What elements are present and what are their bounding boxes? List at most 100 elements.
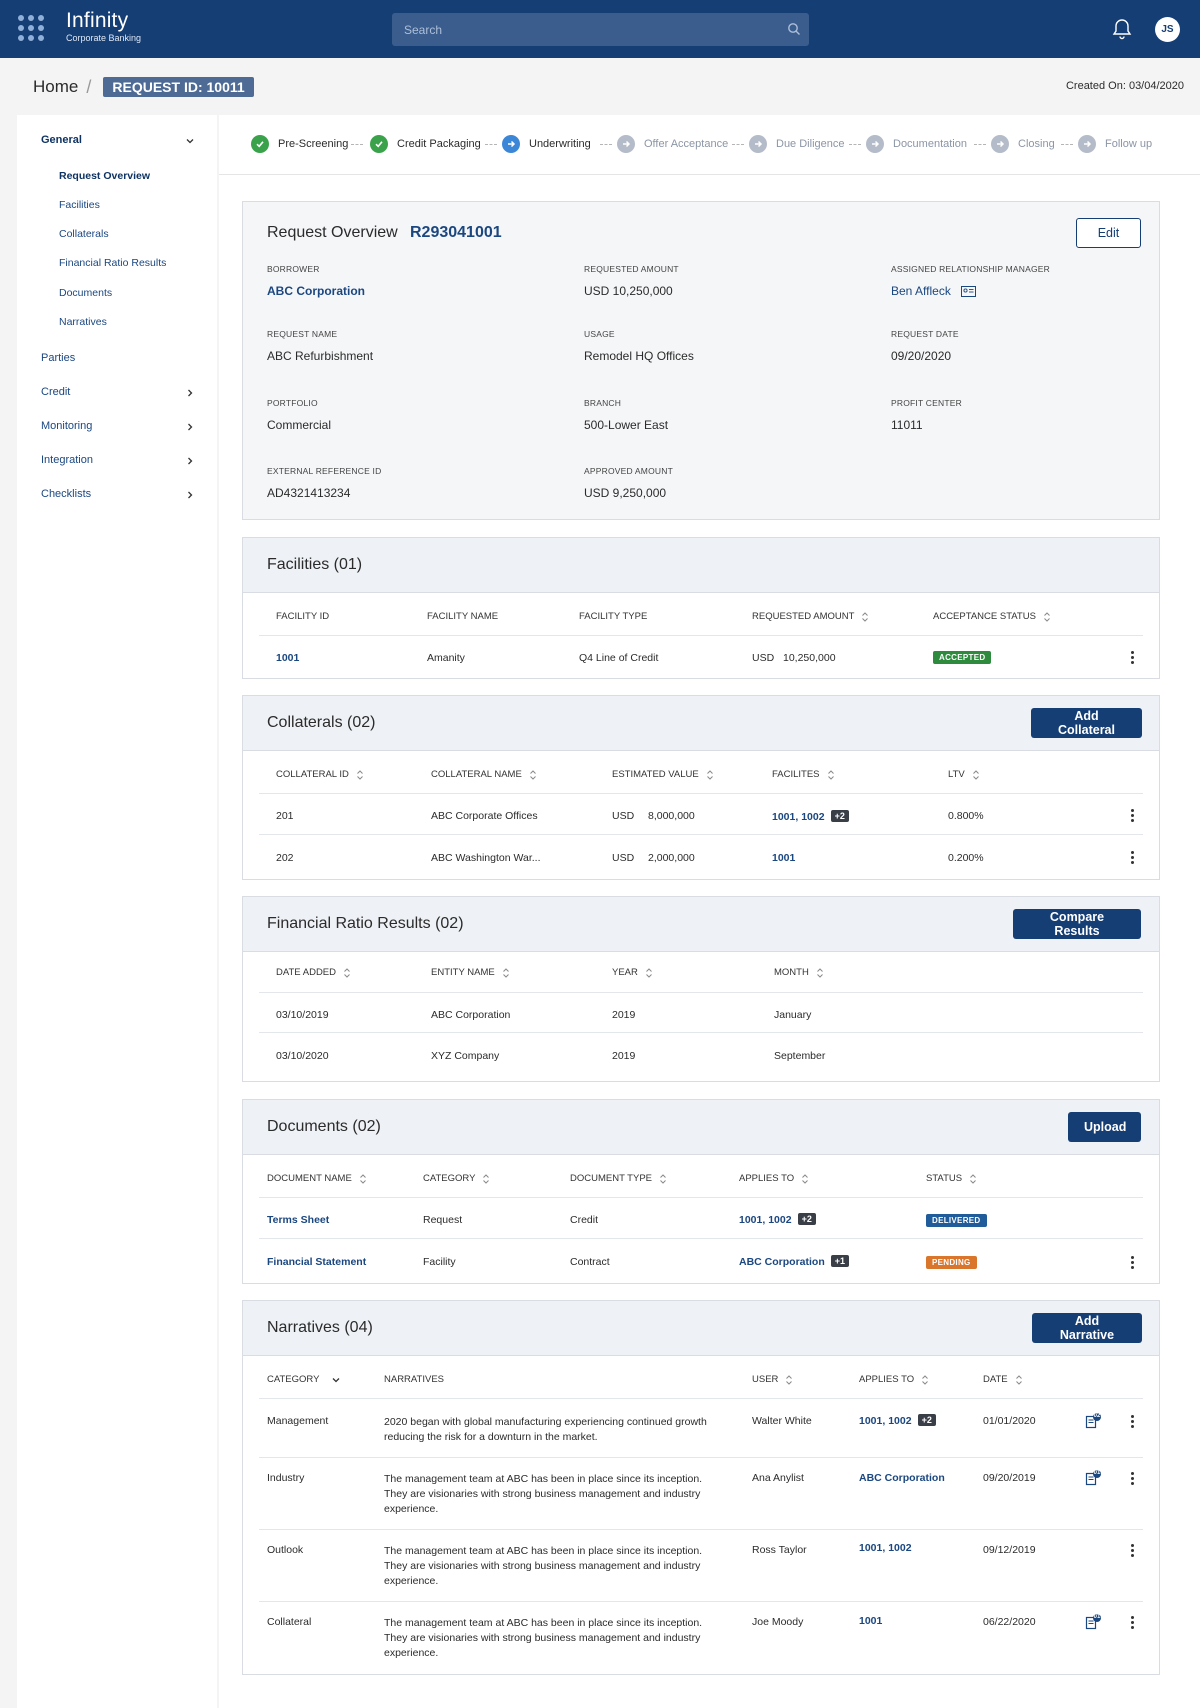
avatar[interactable]: JS [1155,17,1180,42]
more-options-icon[interactable] [1131,1415,1135,1429]
column-header-sortable[interactable]: APPLIES TO [739,1173,809,1184]
sort-icon[interactable] [502,967,510,978]
column-header-sortable[interactable]: ACCEPTANCE STATUS [933,611,1051,622]
manager-link[interactable]: Ben Affleck [891,284,951,298]
sidebar-item-documents[interactable]: Documents [59,287,112,299]
chevron-down-icon[interactable] [331,1375,341,1385]
sort-icon[interactable] [972,769,980,780]
column-header-sortable[interactable]: DATE ADDED [276,967,351,978]
step-follow-up[interactable]: Follow up [1078,135,1152,153]
search-icon[interactable] [787,22,801,36]
sidebar-item-checklists[interactable]: Checklists [41,488,91,500]
column-header-sortable[interactable]: CATEGORY [423,1173,490,1184]
sort-icon[interactable] [785,1374,793,1385]
step-credit-packaging[interactable]: Credit Packaging [370,135,481,153]
step-documentation[interactable]: Documentation [866,135,967,153]
applies-to-link[interactable]: 1001 [859,1615,882,1627]
sidebar-item-general[interactable]: General [41,134,82,146]
more-options-icon[interactable] [1131,851,1135,865]
sort-icon[interactable] [816,967,824,978]
sort-icon[interactable] [1015,1374,1023,1385]
column-header-sortable[interactable]: DATE [983,1374,1023,1385]
sidebar-item-integration[interactable]: Integration [41,454,93,466]
sort-icon[interactable] [921,1374,929,1385]
app-launcher-icon[interactable] [18,15,44,41]
brand-logo[interactable]: Infinity Corporate Banking [66,10,141,44]
search-input[interactable] [392,13,809,46]
compare-results-button[interactable]: Compare Results [1013,909,1141,939]
sidebar-item-parties[interactable]: Parties [41,352,75,364]
step-pre-screening[interactable]: Pre-Screening [251,135,348,153]
column-header-sortable[interactable]: LTV [948,769,980,780]
sidebar-item-facilities[interactable]: Facilities [59,199,100,211]
sort-icon[interactable] [645,967,653,978]
sidebar-item-request-overview[interactable]: Request Overview [59,170,150,182]
notes-icon[interactable]: 01 [1085,1470,1101,1486]
column-header-sortable[interactable]: APPLIES TO [859,1374,929,1385]
chevron-right-icon[interactable] [185,422,195,432]
upload-button[interactable]: Upload [1068,1112,1141,1142]
applies-to-links[interactable]: ABC Corporation +1 [739,1255,850,1268]
sidebar-item-monitoring[interactable]: Monitoring [41,420,92,432]
column-header-sortable[interactable]: ENTITY NAME [431,967,510,978]
contact-card-icon[interactable] [961,286,976,297]
step-due-diligence[interactable]: Due Diligence [749,135,844,153]
more-options-icon[interactable] [1131,1256,1135,1270]
step-underwriting[interactable]: Underwriting [502,135,591,153]
more-count-badge[interactable]: +2 [830,810,849,822]
sort-icon[interactable] [1043,611,1051,622]
more-count-badge[interactable]: +1 [830,1255,850,1267]
sort-icon[interactable] [482,1173,490,1184]
sort-icon[interactable] [343,967,351,978]
applies-to-links[interactable]: 1001, 1002 +2 [859,1414,936,1427]
column-header-category[interactable]: CATEGORY [267,1374,341,1385]
notes-icon[interactable]: 02 [1085,1413,1101,1429]
more-options-icon[interactable] [1131,1616,1135,1630]
column-header-sortable[interactable]: DOCUMENT NAME [267,1173,367,1184]
column-header-sortable[interactable]: REQUESTED AMOUNT [752,611,869,622]
more-options-icon[interactable] [1131,651,1135,665]
column-header-sortable[interactable]: DOCUMENT TYPE [570,1173,667,1184]
sort-icon[interactable] [861,611,869,622]
bell-icon[interactable] [1110,17,1134,41]
facilities-links[interactable]: 1001, 1002 +2 [772,810,849,823]
chevron-right-icon[interactable] [185,456,195,466]
column-header-sortable[interactable]: USER [752,1374,793,1385]
document-name-link[interactable]: Financial Statement [267,1256,366,1268]
sidebar-item-financial-ratio-results[interactable]: Financial Ratio Results [59,257,166,269]
more-options-icon[interactable] [1131,809,1135,823]
chevron-right-icon[interactable] [185,388,195,398]
add-collateral-button[interactable]: Add Collateral [1031,708,1142,738]
chevron-right-icon[interactable] [185,490,195,500]
column-header-sortable[interactable]: COLLATERAL NAME [431,769,537,780]
edit-button[interactable]: Edit [1076,218,1141,248]
sort-icon[interactable] [706,769,714,780]
notes-icon[interactable]: 01 [1085,1614,1101,1630]
step-offer-acceptance[interactable]: Offer Acceptance [617,135,728,153]
breadcrumb-home-link[interactable]: Home [33,77,78,97]
sort-icon[interactable] [827,769,835,780]
column-header-sortable[interactable]: STATUS [926,1173,977,1184]
more-options-icon[interactable] [1131,1544,1135,1558]
sort-icon[interactable] [359,1173,367,1184]
chevron-down-icon[interactable] [185,136,195,146]
column-header-sortable[interactable]: FACILITES [772,769,835,780]
sort-icon[interactable] [356,769,364,780]
sort-icon[interactable] [969,1173,977,1184]
column-header-sortable[interactable]: COLLATERAL ID [276,769,364,780]
sort-icon[interactable] [659,1173,667,1184]
facilities-link[interactable]: 1001 [772,852,795,864]
column-header-sortable[interactable]: MONTH [774,967,824,978]
facility-id-link[interactable]: 1001 [276,652,299,664]
column-header-sortable[interactable]: YEAR [612,967,653,978]
step-closing[interactable]: Closing [991,135,1055,153]
more-count-badge[interactable]: +2 [917,1414,936,1426]
sort-icon[interactable] [529,769,537,780]
sidebar-item-narratives[interactable]: Narratives [59,316,107,328]
sidebar-item-collaterals[interactable]: Collaterals [59,228,109,240]
applies-to-links[interactable]: 1001, 1002 +2 [739,1213,816,1226]
sort-icon[interactable] [801,1173,809,1184]
sidebar-item-credit[interactable]: Credit [41,386,70,398]
more-options-icon[interactable] [1131,1472,1135,1486]
borrower-link[interactable]: ABC Corporation [267,284,365,298]
